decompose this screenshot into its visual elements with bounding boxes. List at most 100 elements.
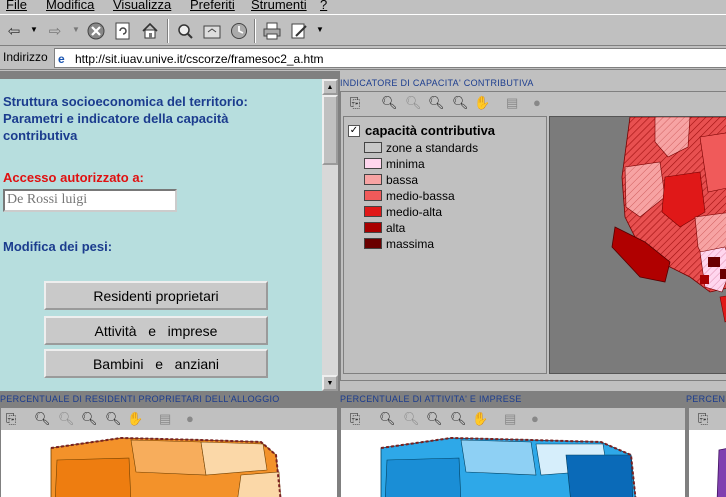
access-label: Accesso autorizzato a:: [3, 170, 144, 185]
print-icon[interactable]: [261, 20, 283, 42]
legend-swatch: [364, 190, 382, 201]
pan-hand-icon[interactable]: ✋: [127, 411, 143, 427]
attivita-map[interactable]: [341, 430, 685, 497]
edit-dropdown-icon[interactable]: ▼: [316, 25, 324, 34]
legend-item: zone a standards: [364, 141, 478, 155]
residenti-map[interactable]: [1, 430, 337, 497]
zoom-out-icon[interactable]: 🔍︎: [426, 411, 443, 427]
zoom-in-icon[interactable]: 🔍︎: [381, 95, 398, 111]
attivita-imprese-button[interactable]: Attività e imprese: [44, 316, 268, 345]
favorites-icon[interactable]: [201, 20, 223, 42]
indicator-map-panel: ⎘ 🔍︎ 🔍︎ 🔍︎ 🔍︎ ✋ ▤ ● ✓ capacità contribut…: [340, 91, 726, 381]
menu-visualizza[interactable]: Visualizza: [113, 0, 171, 12]
indicator-frame: INDICATORE DI CAPACITA' CONTRIBUTIVA ⎘ 🔍…: [340, 71, 726, 391]
menu-bar: File Modifica Visualizza Preferiti Strum…: [0, 0, 726, 13]
zoom-out-icon[interactable]: 🔍︎: [81, 411, 98, 427]
user-input[interactable]: De Rossi luigi: [3, 189, 177, 212]
search-icon[interactable]: [174, 20, 196, 42]
legend-item: medio-bassa: [364, 189, 455, 203]
third-map[interactable]: [689, 430, 726, 497]
legend-item: minima: [364, 157, 425, 171]
third-map-panel: ⎘: [688, 407, 726, 497]
bambini-anziani-button[interactable]: Bambini e anziani: [44, 349, 268, 378]
copy-icon[interactable]: ⎘: [6, 411, 16, 427]
toolbar: ⇦ ▼ ⇨ ▼ ▼: [0, 14, 726, 46]
address-label: Indirizzo: [3, 50, 48, 64]
zoom-reset-icon[interactable]: 🔍︎: [452, 95, 469, 111]
legend-item: medio-alta: [364, 205, 442, 219]
legend-item: alta: [364, 221, 405, 235]
zoom-in-icon[interactable]: 🔍︎: [379, 411, 396, 427]
indicator-panel-title: INDICATORE DI CAPACITA' CONTRIBUTIVA: [340, 78, 534, 88]
zoom-in-disabled-icon: 🔍︎: [58, 411, 75, 426]
menu-file[interactable]: File: [6, 0, 27, 12]
stop-icon: ●: [533, 95, 541, 110]
pan-hand-icon[interactable]: ✋: [474, 95, 490, 111]
forward-icon[interactable]: ⇨: [44, 20, 66, 42]
scroll-up-icon[interactable]: ▲: [322, 79, 338, 95]
stop-icon[interactable]: [85, 20, 107, 42]
address-bar: Indirizzo e http://sit.iuav.unive.it/csc…: [0, 47, 726, 70]
residenti-panel-title: PERCENTUALE DI RESIDENTI PROPRIETARI DEL…: [0, 394, 280, 404]
zoom-in-icon[interactable]: 🔍︎: [34, 411, 51, 427]
home-icon[interactable]: [139, 20, 161, 42]
copy-icon[interactable]: ⎘: [350, 411, 360, 427]
edit-icon[interactable]: [288, 20, 310, 42]
zoom-in-disabled-icon: 🔍︎: [403, 411, 420, 426]
refresh-icon[interactable]: [112, 20, 134, 42]
residenti-proprietari-button[interactable]: Residenti proprietari: [44, 281, 268, 310]
menu-strumenti[interactable]: Strumenti: [251, 0, 307, 12]
map-legend: ✓ capacità contributiva zone a standards…: [343, 116, 547, 374]
map-toolbar: ⎘ 🔍︎ 🔍︎ 🔍︎ 🔍︎ ✋ ▤ ●: [341, 92, 726, 114]
frameset: Struttura socioeconomica del territorio:…: [0, 71, 726, 497]
menu-help[interactable]: ?: [320, 0, 327, 12]
page-icon: e: [58, 52, 65, 66]
third-panel-title: PERCEN: [686, 394, 726, 404]
back-icon[interactable]: ⇦: [3, 20, 25, 42]
map-toolbar: ⎘ 🔍︎ 🔍︎ 🔍︎ 🔍︎ ✋ ▤ ●: [1, 408, 337, 430]
copy-icon[interactable]: ⎘: [698, 411, 708, 427]
address-input[interactable]: e http://sit.iuav.unive.it/cscorze/frame…: [54, 48, 726, 68]
scroll-thumb[interactable]: [322, 95, 338, 165]
menu-modifica[interactable]: Modifica: [46, 0, 94, 12]
legend-swatch: [364, 158, 382, 169]
forward-dropdown-icon[interactable]: ▼: [72, 25, 80, 34]
stop-icon: ●: [186, 411, 194, 426]
weights-label: Modifica dei pesi:: [3, 239, 113, 254]
zoom-out-icon[interactable]: 🔍︎: [428, 95, 445, 111]
legend-swatch: [364, 142, 382, 153]
page-title: Struttura socioeconomica del territorio:…: [3, 94, 248, 143]
legend-swatch: [364, 174, 382, 185]
map-toolbar: ⎘: [689, 408, 726, 430]
attivita-map-panel: ⎘ 🔍︎ 🔍︎ 🔍︎ 🔍︎ ✋ ▤ ●: [340, 407, 686, 497]
address-url[interactable]: http://sit.iuav.unive.it/cscorze/frameso…: [75, 52, 324, 66]
menu-preferiti[interactable]: Preferiti: [190, 0, 235, 12]
legend-swatch: [364, 222, 382, 233]
legend-swatch: [364, 206, 382, 217]
indicator-map[interactable]: [549, 116, 726, 374]
history-icon[interactable]: [228, 20, 250, 42]
back-dropdown-icon[interactable]: ▼: [30, 25, 38, 34]
residenti-map-panel: ⎘ 🔍︎ 🔍︎ 🔍︎ 🔍︎ ✋ ▤ ●: [0, 407, 338, 497]
zoom-in-disabled-icon: 🔍︎: [405, 95, 422, 110]
attivita-panel-title: PERCENTUALE DI ATTIVITA' E IMPRESE: [340, 394, 522, 404]
left-scrollbar[interactable]: ▲ ▼: [322, 79, 338, 391]
zoom-reset-icon[interactable]: 🔍︎: [450, 411, 467, 427]
stop-icon: ●: [531, 411, 539, 426]
document-icon: ▤: [506, 95, 519, 110]
legend-item: bassa: [364, 173, 418, 187]
scroll-down-icon[interactable]: ▼: [322, 375, 338, 391]
legend-swatch: [364, 238, 382, 249]
layer-checkbox[interactable]: ✓: [348, 125, 360, 137]
control-frame: Struttura socioeconomica del territorio:…: [0, 79, 322, 391]
map-toolbar: ⎘ 🔍︎ 🔍︎ 🔍︎ 🔍︎ ✋ ▤ ●: [341, 408, 685, 430]
copy-icon[interactable]: ⎘: [350, 95, 360, 111]
browser-window: File Modifica Visualizza Preferiti Strum…: [0, 0, 726, 497]
legend-title: capacità contributiva: [365, 123, 496, 138]
document-icon: ▤: [159, 411, 172, 426]
toolbar-separator: [167, 19, 169, 43]
document-icon: ▤: [504, 411, 517, 426]
toolbar-separator: [254, 19, 256, 43]
zoom-reset-icon[interactable]: 🔍︎: [105, 411, 122, 427]
pan-hand-icon[interactable]: ✋: [472, 411, 488, 427]
